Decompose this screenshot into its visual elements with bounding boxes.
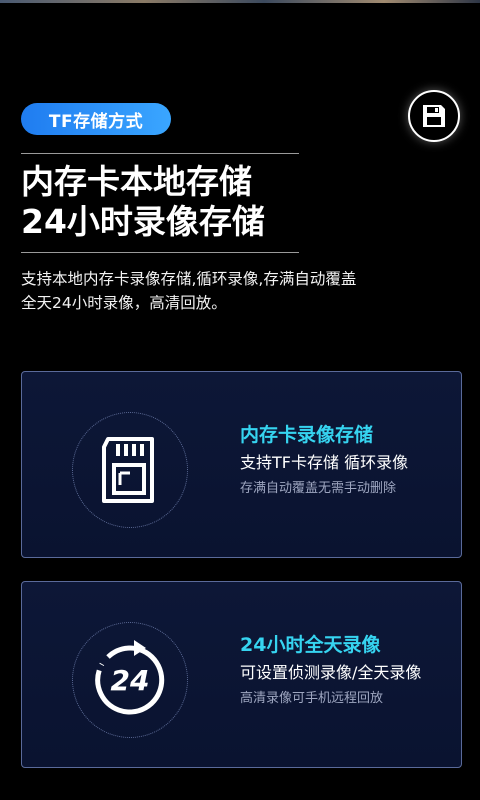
sd-storage-card: 内存卡录像存储 支持TF卡存储 循环录像 存满自动覆盖无需手动删除: [21, 371, 462, 558]
storage-method-badge: TF存储方式: [21, 103, 171, 135]
page-headline: 内存卡本地存储 24小时录像存储: [21, 162, 265, 242]
description: 支持本地内存卡录像存储,循环录像,存满自动覆盖 全天24小时录像，高清回放。: [21, 267, 461, 315]
floppy-disk-icon: [423, 105, 445, 127]
save-button[interactable]: [408, 90, 460, 142]
top-image-strip: [0, 0, 480, 3]
card-title: 内存卡录像存储: [240, 424, 374, 446]
card-subtitle: 可设置侦测录像/全天录像: [240, 663, 422, 682]
clock-icon-circle: 24: [72, 622, 188, 738]
headline-top-divider: [21, 153, 299, 154]
description-line-1: 支持本地内存卡录像存储,循环录像,存满自动覆盖: [21, 270, 357, 288]
description-line-2: 全天24小时录像，高清回放。: [21, 294, 227, 312]
recording-text: 24小时全天录像 可设置侦测录像/全天录像 高清录像可手机远程回放: [240, 632, 421, 710]
card-subtitle: 支持TF卡存储 循环录像: [240, 453, 409, 472]
headline-line-2: 24小时录像存储: [21, 202, 265, 241]
sd-card-text: 内存卡录像存储 支持TF卡存储 循环录像 存满自动覆盖无需手动删除: [240, 422, 408, 500]
headline-line-1: 内存卡本地存储: [21, 162, 252, 201]
sd-card-icon-circle: [72, 412, 188, 528]
sd-card-icon: [102, 437, 154, 503]
full-day-recording-card: 24 24小时全天录像 可设置侦测录像/全天录像 高清录像可手机远程回放: [21, 581, 462, 768]
clock-number: 24: [111, 664, 150, 697]
headline-bottom-divider: [21, 252, 299, 253]
card-note: 高清录像可手机远程回放: [240, 691, 384, 706]
24-hour-clock-icon: 24: [95, 640, 165, 715]
badge-label: TF存储方式: [48, 111, 144, 132]
card-note: 存满自动覆盖无需手动删除: [240, 481, 397, 496]
card-title: 24小时全天录像: [240, 634, 381, 656]
